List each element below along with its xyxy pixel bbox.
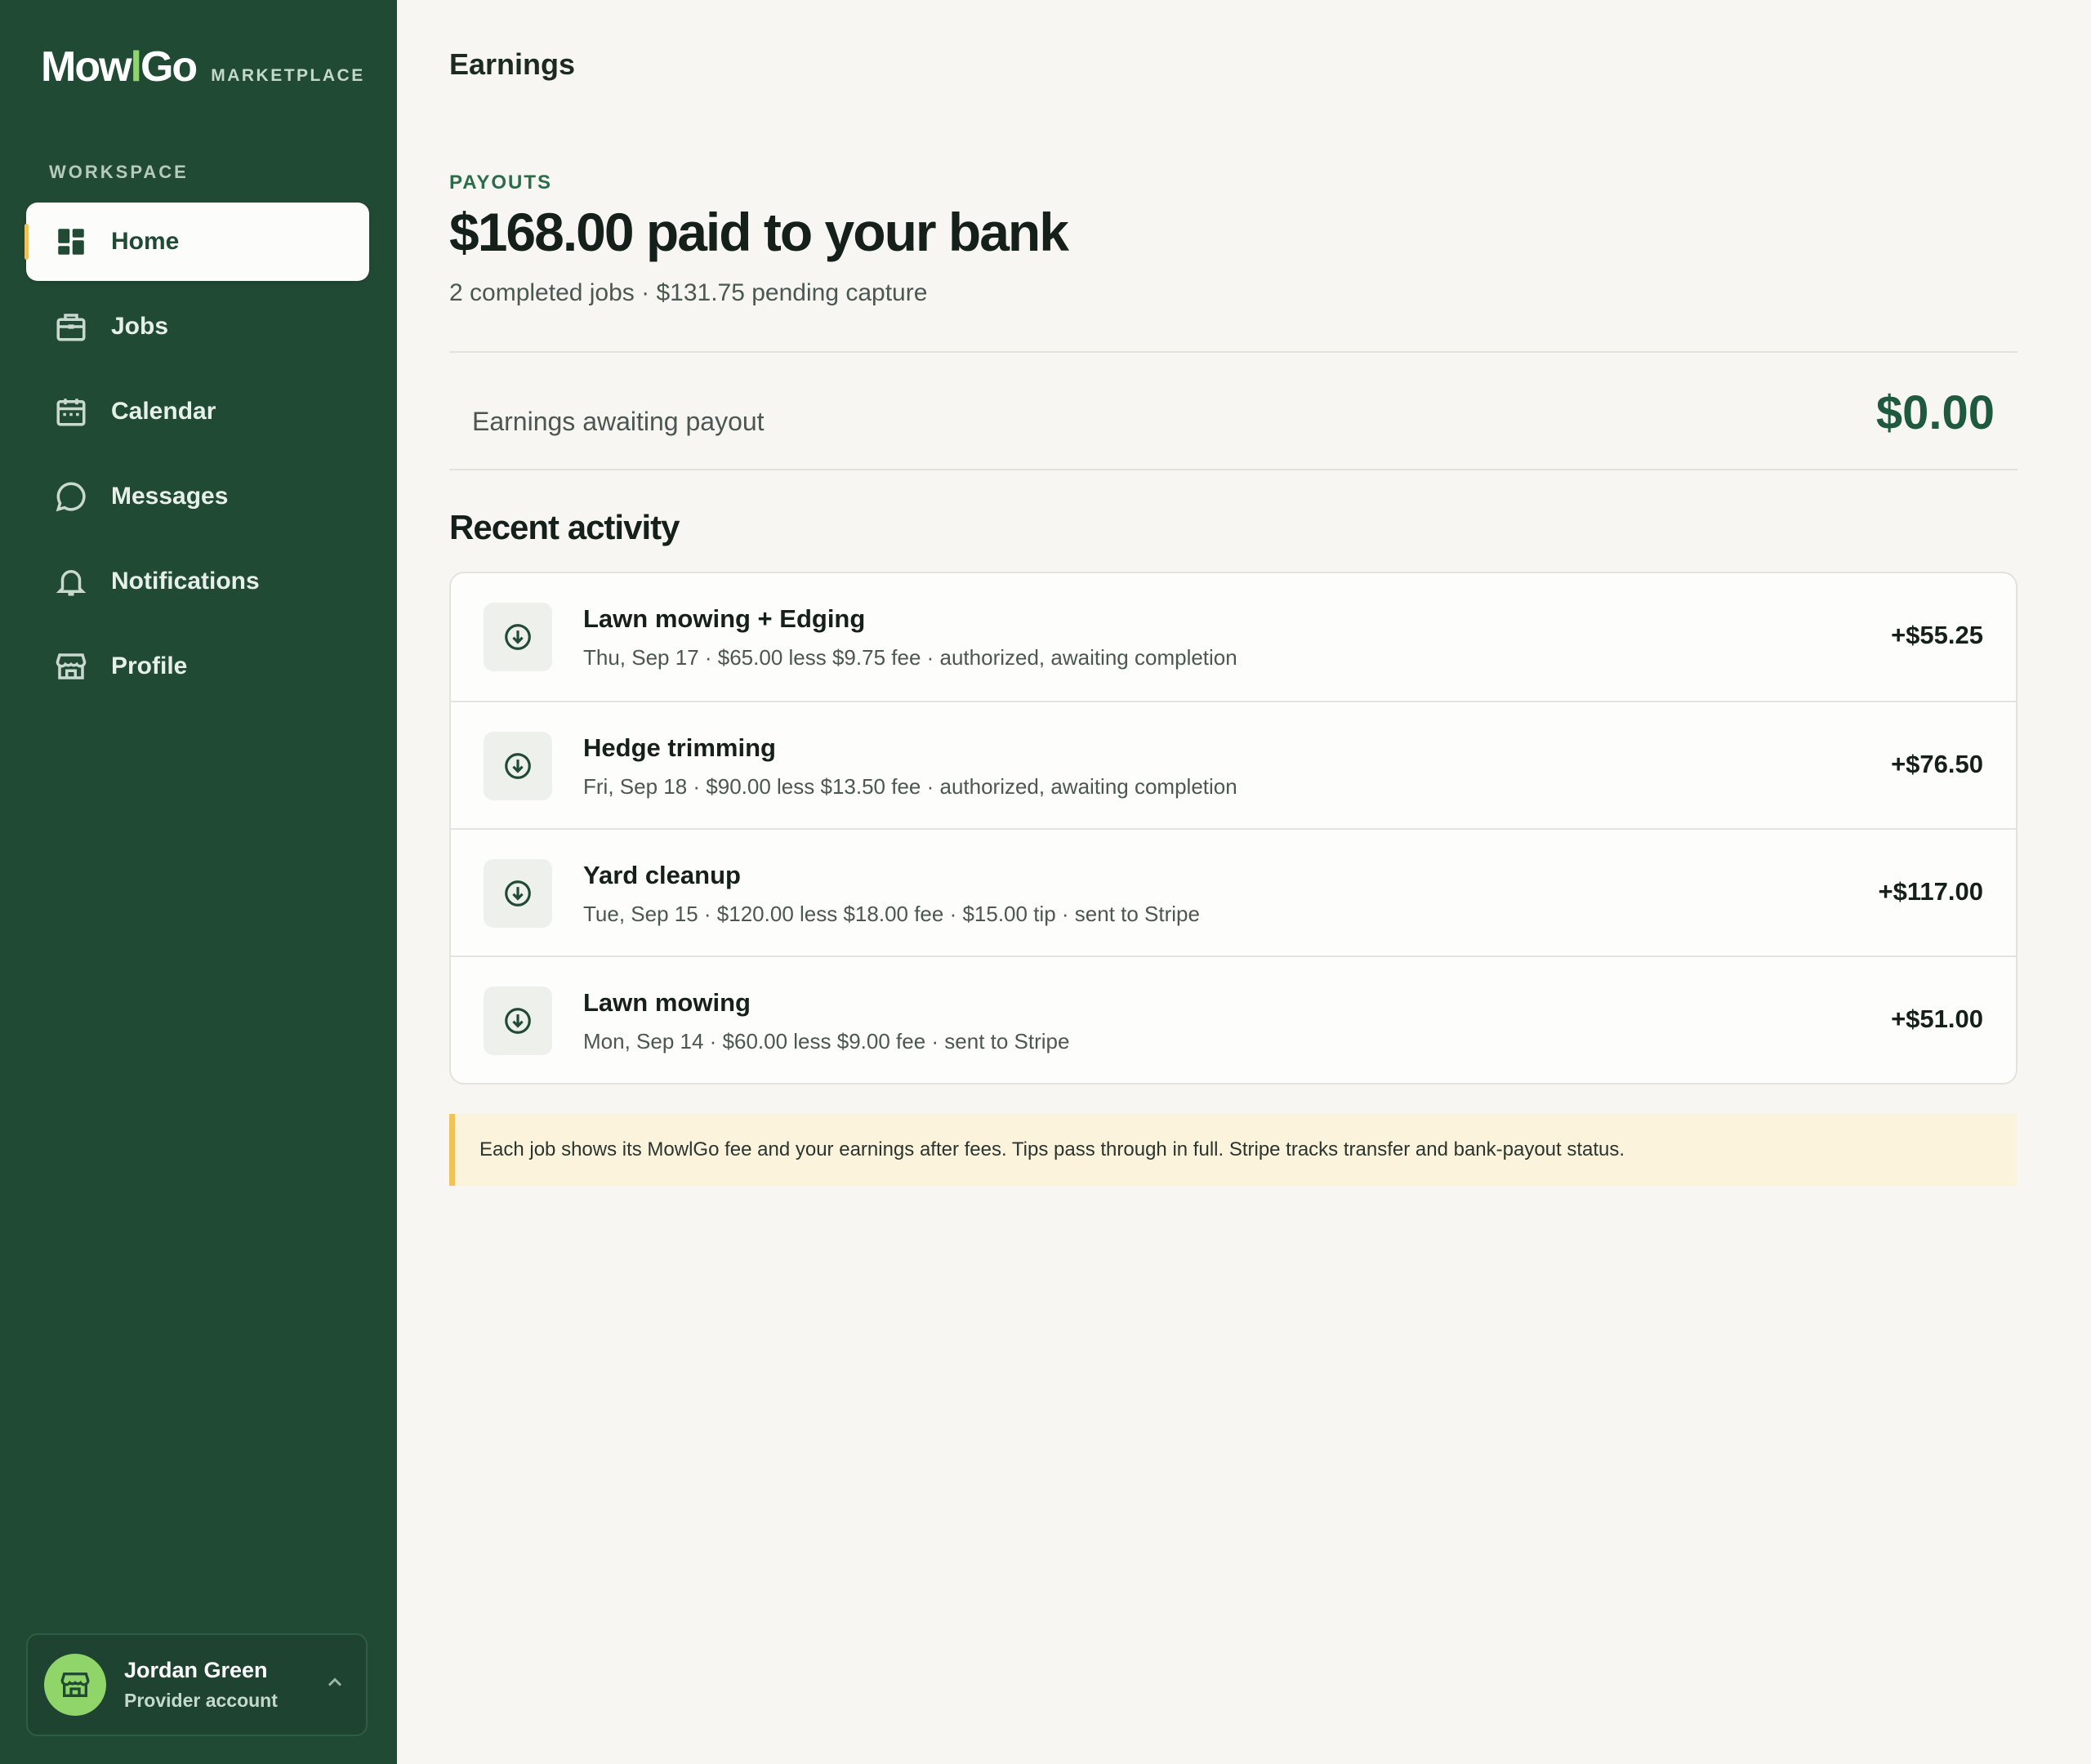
awaiting-payout-label: Earnings awaiting payout (472, 407, 765, 436)
list-item[interactable]: Yard cleanup Tue, Sep 15 · $120.00 less … (451, 828, 2016, 956)
payout-subline: 2 completed jobs · $131.75 pending captu… (449, 279, 928, 306)
calendar-icon (54, 394, 88, 429)
sidebar-item-home[interactable]: Home (25, 203, 369, 281)
activity-title: Lawn mowing (583, 988, 751, 1017)
sidebar-item-messages[interactable]: Messages (26, 457, 369, 536)
download-circle-icon (484, 859, 552, 928)
storefront-icon (54, 649, 88, 684)
fee-info-note: Each job shows its MowlGo fee and your e… (449, 1114, 2017, 1186)
download-circle-icon (484, 732, 552, 800)
sidebar-nav: Home Jobs Calendar Messages Notification… (25, 203, 369, 712)
sidebar-item-label: Profile (111, 653, 188, 679)
brand-subtitle: MARKETPLACE (211, 66, 365, 85)
bell-icon (54, 564, 88, 599)
activity-amount: +$76.50 (1891, 750, 1983, 778)
awaiting-payout-value: $0.00 (1875, 386, 1995, 439)
activity-amount: +$55.25 (1891, 621, 1983, 649)
activity-detail: Tue, Sep 15 · $120.00 less $18.00 fee · … (583, 902, 1200, 926)
activity-title: Yard cleanup (583, 861, 741, 889)
list-item[interactable]: Hedge trimming Fri, Sep 18 · $90.00 less… (451, 701, 2016, 828)
activity-title: Lawn mowing + Edging (583, 604, 866, 633)
payout-headline: $168.00 paid to your bank (449, 202, 1069, 262)
payouts-eyebrow: PAYOUTS (449, 172, 553, 194)
list-item[interactable]: Lawn mowing Mon, Sep 14 · $60.00 less $9… (451, 956, 2016, 1083)
avatar (44, 1654, 106, 1716)
chat-bubble-icon (54, 479, 88, 514)
activity-list: Lawn mowing + Edging Thu, Sep 17 · $65.0… (449, 572, 2017, 1085)
brand-logo: MowlGo (41, 43, 198, 91)
account-name: Jordan Green (124, 1658, 268, 1682)
sidebar-item-label: Notifications (111, 568, 260, 595)
sidebar-item-label: Home (111, 228, 180, 255)
dashboard-icon (54, 225, 88, 259)
sidebar-item-calendar[interactable]: Calendar (26, 372, 369, 451)
sidebar-item-label: Calendar (111, 398, 216, 425)
sidebar-item-profile[interactable]: Profile (26, 627, 369, 706)
page-title: Earnings (449, 47, 576, 81)
activity-amount: +$51.00 (1891, 1004, 1983, 1033)
account-switcher[interactable]: Jordan Green Provider account (26, 1633, 368, 1736)
awaiting-payout-row: Earnings awaiting payout $0.00 (449, 351, 2017, 470)
account-role: Provider account (124, 1690, 278, 1711)
activity-amount: +$117.00 (1878, 877, 1983, 906)
list-item[interactable]: Lawn mowing + Edging Thu, Sep 17 · $65.0… (451, 573, 2016, 701)
activity-detail: Fri, Sep 18 · $90.00 less $13.50 fee · a… (583, 774, 1237, 799)
sidebar-item-label: Jobs (111, 313, 169, 340)
activity-detail: Mon, Sep 14 · $60.00 less $9.00 fee · se… (583, 1029, 1070, 1054)
chevron-up-icon[interactable] (323, 1671, 346, 1694)
sidebar-item-jobs[interactable]: Jobs (26, 287, 369, 366)
sidebar: MowlGo MARKETPLACE WORKSPACE Home Jobs C… (0, 0, 397, 1764)
recent-activity-title: Recent activity (449, 508, 680, 546)
storefront-icon (60, 1673, 90, 1697)
download-circle-icon (484, 603, 552, 671)
sidebar-item-notifications[interactable]: Notifications (26, 542, 369, 621)
brand[interactable]: MowlGo MARKETPLACE (41, 42, 365, 91)
workspace-section-label: WORKSPACE (49, 162, 189, 182)
activity-title: Hedge trimming (583, 733, 776, 762)
briefcase-icon (54, 310, 88, 344)
sidebar-item-label: Messages (111, 483, 229, 510)
download-circle-icon (484, 987, 552, 1055)
activity-detail: Thu, Sep 17 · $65.00 less $9.75 fee · au… (583, 645, 1237, 670)
